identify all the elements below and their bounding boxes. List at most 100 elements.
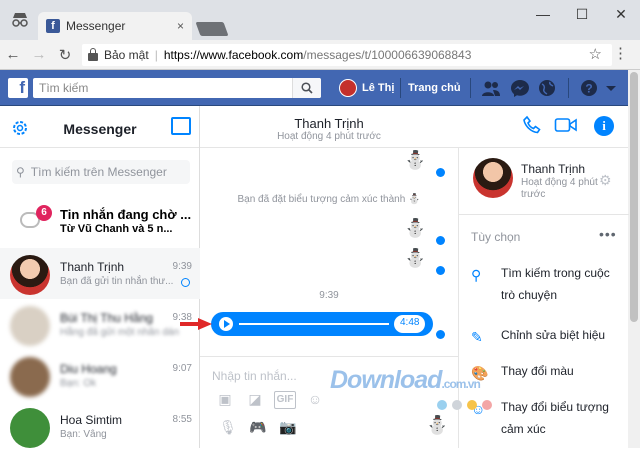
avatar (10, 255, 50, 295)
settings-gear-icon[interactable]: ⚙ (599, 172, 612, 189)
snowman-sticker: ⛄ (404, 248, 427, 268)
sidebar-title: Messenger (63, 121, 137, 137)
conversation-name: Thanh Trịnh (60, 260, 125, 274)
facebook-favicon-icon: f (46, 19, 60, 33)
forward-icon[interactable]: → (26, 46, 52, 63)
message-input[interactable]: Nhập tin nhắn... (212, 369, 297, 383)
seen-check-icon (436, 266, 445, 275)
photo-icon[interactable]: ▣ (214, 391, 236, 409)
messenger-icon[interactable] (510, 79, 530, 97)
search-icon: ⚲ (16, 165, 25, 179)
conversation-name: Bùi Thị Thu Hằng (60, 311, 153, 325)
messenger-search-input[interactable]: ⚲ Tìm kiếm trên Messenger (12, 160, 190, 184)
globe-icon[interactable] (537, 79, 557, 97)
search-button[interactable] (292, 78, 321, 98)
option-label: Tìm kiếm trong cuộc trò chuyện (501, 266, 610, 302)
browser-menu-icon[interactable]: ⋮ (613, 44, 628, 62)
new-message-compose-icon[interactable] (171, 117, 191, 135)
option-label: Thay đổi màu (501, 364, 574, 378)
conversation-name: Diu Hoang (60, 362, 117, 376)
reload-icon[interactable]: ↻ (52, 46, 78, 64)
browser-tab[interactable]: f Messenger × (38, 12, 192, 40)
option-change-color[interactable]: 🎨 Thay đổi màu (471, 360, 621, 382)
conversation-time: 9:39 (172, 261, 192, 272)
user-avatar[interactable] (339, 79, 357, 97)
sticker-icon[interactable]: ◪ (244, 391, 266, 409)
facebook-search-input[interactable]: Tìm kiếm (33, 78, 321, 98)
search-placeholder: Tìm kiếm trên Messenger (30, 165, 167, 179)
red-arrow-annotation (180, 318, 212, 330)
tab-close-button[interactable]: × (177, 19, 184, 33)
account-menu-icon[interactable] (604, 79, 618, 97)
conversation-preview: Bạn: Vâng (60, 429, 107, 440)
search-icon (301, 82, 313, 94)
play-icon[interactable] (219, 317, 233, 331)
time-divider: 9:39 (319, 290, 339, 301)
conversation-item[interactable]: Hoa Simtim Bạn: Vâng 8:55 (0, 401, 200, 452)
camera-icon[interactable]: 📷 (278, 419, 298, 437)
seen-check-icon (436, 236, 445, 245)
conversation-time: 8:55 (172, 414, 192, 425)
page-scrollbar-thumb[interactable] (630, 72, 638, 322)
back-icon[interactable]: ← (0, 46, 26, 63)
friend-requests-icon[interactable] (481, 79, 501, 97)
close-window-button[interactable]: ✕ (606, 6, 636, 23)
minimize-button[interactable]: — (528, 6, 558, 22)
game-controller-icon[interactable]: 🎮 (248, 419, 268, 437)
composer-toolbar-secondary: 🎙 🎮 📷 (218, 419, 298, 437)
facebook-logo[interactable]: f (8, 78, 28, 98)
header-divider (400, 78, 401, 98)
profile-link[interactable]: Lê Thị (362, 82, 394, 94)
home-link[interactable]: Trang chủ (408, 82, 461, 94)
audio-progress-track[interactable] (239, 323, 389, 325)
facebook-header: f Tìm kiếm (0, 70, 628, 106)
phone-call-icon[interactable] (522, 115, 542, 135)
send-emoji-button[interactable]: ⛄ (426, 415, 448, 436)
bookmark-star-icon[interactable]: ☆ (589, 45, 602, 63)
option-edit-nickname[interactable]: ✎ Chỉnh sửa biệt hiệu (471, 324, 621, 346)
voice-message[interactable]: 4:48 (211, 312, 433, 336)
maximize-button[interactable]: ☐ (567, 6, 597, 23)
contact-status: Hoạt động 4 phút trước (521, 177, 598, 200)
conversation-item[interactable]: Bùi Thị Thu Hằng Hằng đã gửi một nhãn dá… (0, 299, 200, 350)
snowman-sticker: ⛄ (404, 150, 427, 170)
snowman-emoji: ⛄ (408, 194, 421, 205)
avatar (10, 408, 50, 448)
avatar (10, 306, 50, 346)
pending-requests-item[interactable]: 6 Tin nhắn đang chờ ... Từ Vũ Chanh và 5… (0, 198, 200, 244)
conversation-item[interactable]: Thanh Trịnh Bạn đã gửi tin nhắn thư... 9… (0, 248, 200, 299)
gif-button[interactable]: GIF (274, 391, 296, 409)
composer-toolbar: ▣ ◪ GIF ☺ (214, 391, 326, 409)
option-change-emoji[interactable]: ☺ Thay đổi biểu tượng cảm xúc (471, 396, 621, 440)
info-icon[interactable]: i (594, 116, 614, 136)
url-input[interactable]: Bảo mật | https://www.facebook.com/messa… (82, 44, 612, 66)
search-icon: ⚲ (471, 267, 482, 283)
conversation-preview: Bạn: Ok (60, 378, 97, 389)
new-tab-button[interactable] (195, 22, 229, 36)
pending-title: Tin nhắn đang chờ ... (60, 207, 192, 222)
conversation-time: 9:07 (172, 363, 192, 374)
contact-avatar[interactable] (473, 158, 513, 198)
pending-subtitle: Từ Vũ Chanh và 5 n... (60, 223, 173, 235)
pending-count-badge: 6 (36, 205, 52, 221)
avatar (10, 357, 50, 397)
sidebar-header: Messenger (0, 106, 199, 148)
conversation-preview: Bạn đã gửi tin nhắn thư... (60, 276, 174, 287)
sent-status-icon (181, 278, 190, 287)
system-message: Bạn đã đặt biểu tượng cảm xúc thành ⛄ (200, 194, 458, 205)
conversation-preview: Hằng đã gửi một nhãn dán (60, 327, 179, 338)
option-search-in-conversation[interactable]: ⚲ Tìm kiếm trong cuộc trò chuyện (471, 262, 621, 306)
microphone-icon[interactable]: 🎙 (218, 419, 238, 437)
header-divider (568, 78, 569, 98)
video-call-icon[interactable] (554, 115, 578, 135)
emoji-icon[interactable]: ☺ (304, 391, 326, 409)
help-icon[interactable]: ? (579, 79, 599, 97)
url-separator: | (154, 48, 158, 62)
conversation-item[interactable]: Diu Hoang Bạn: Ok 9:07 (0, 350, 200, 401)
more-options-icon[interactable]: ••• (599, 226, 617, 242)
header-divider (470, 78, 471, 98)
tab-title: Messenger (66, 19, 126, 33)
option-label: Chỉnh sửa biệt hiệu (501, 328, 606, 342)
security-label: Bảo mật (104, 48, 149, 62)
options-heading: Tùy chọn (471, 230, 521, 244)
